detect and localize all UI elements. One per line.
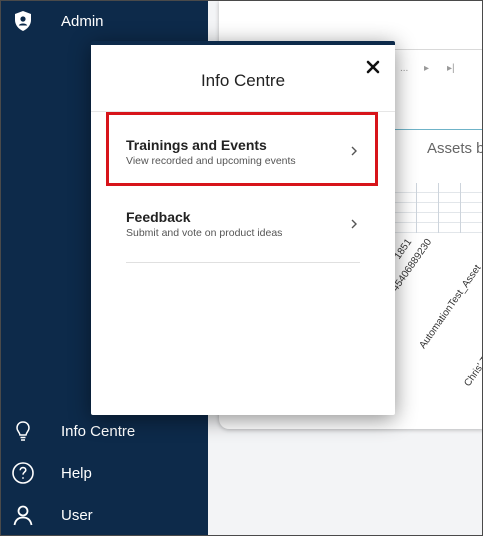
sidebar-item-label: User — [61, 506, 93, 524]
sidebar-item-label: Admin — [61, 12, 104, 30]
user-icon — [11, 503, 35, 527]
pager-next-icon[interactable]: ▸ — [424, 63, 429, 74]
modal-divider — [91, 111, 395, 112]
menu-item-feedback[interactable]: Feedback Submit and vote on product idea… — [107, 187, 377, 259]
lightbulb-icon — [11, 419, 35, 443]
sidebar-item-admin[interactable]: Admin — [1, 1, 208, 41]
menu-item-subtitle: View recorded and upcoming events — [126, 155, 296, 167]
sidebar-item-label: Info Centre — [61, 422, 136, 440]
sidebar-item-info-centre[interactable]: Info Centre — [1, 411, 208, 451]
menu-item-title: Trainings and Events — [126, 137, 267, 153]
pager-last-icon[interactable]: ▸| — [447, 63, 455, 74]
app-frame: ... ▸ ▸| Assets by 1851 me1745406889230 … — [0, 0, 483, 536]
chevron-right-icon — [349, 217, 359, 229]
modal-title: Info Centre — [200, 71, 286, 90]
item-divider — [126, 262, 360, 263]
sidebar-item-user[interactable]: User — [1, 495, 208, 535]
chart-title: Assets by — [427, 140, 482, 157]
chevron-right-icon — [349, 144, 359, 156]
menu-item-subtitle: Submit and vote on product ideas — [126, 227, 283, 239]
question-icon — [11, 461, 35, 485]
menu-item-title: Feedback — [126, 209, 191, 225]
menu-item-trainings-events[interactable]: Trainings and Events View recorded and u… — [107, 113, 377, 185]
sidebar-item-label: Help — [61, 464, 92, 482]
sidebar-item-help[interactable]: Help — [1, 453, 208, 493]
pager-more[interactable]: ... — [400, 63, 408, 74]
info-centre-modal: Info Centre Trainings and Events View re… — [91, 41, 395, 415]
shield-icon — [11, 9, 35, 33]
close-icon[interactable] — [363, 57, 383, 77]
chart-grid — [395, 183, 482, 233]
